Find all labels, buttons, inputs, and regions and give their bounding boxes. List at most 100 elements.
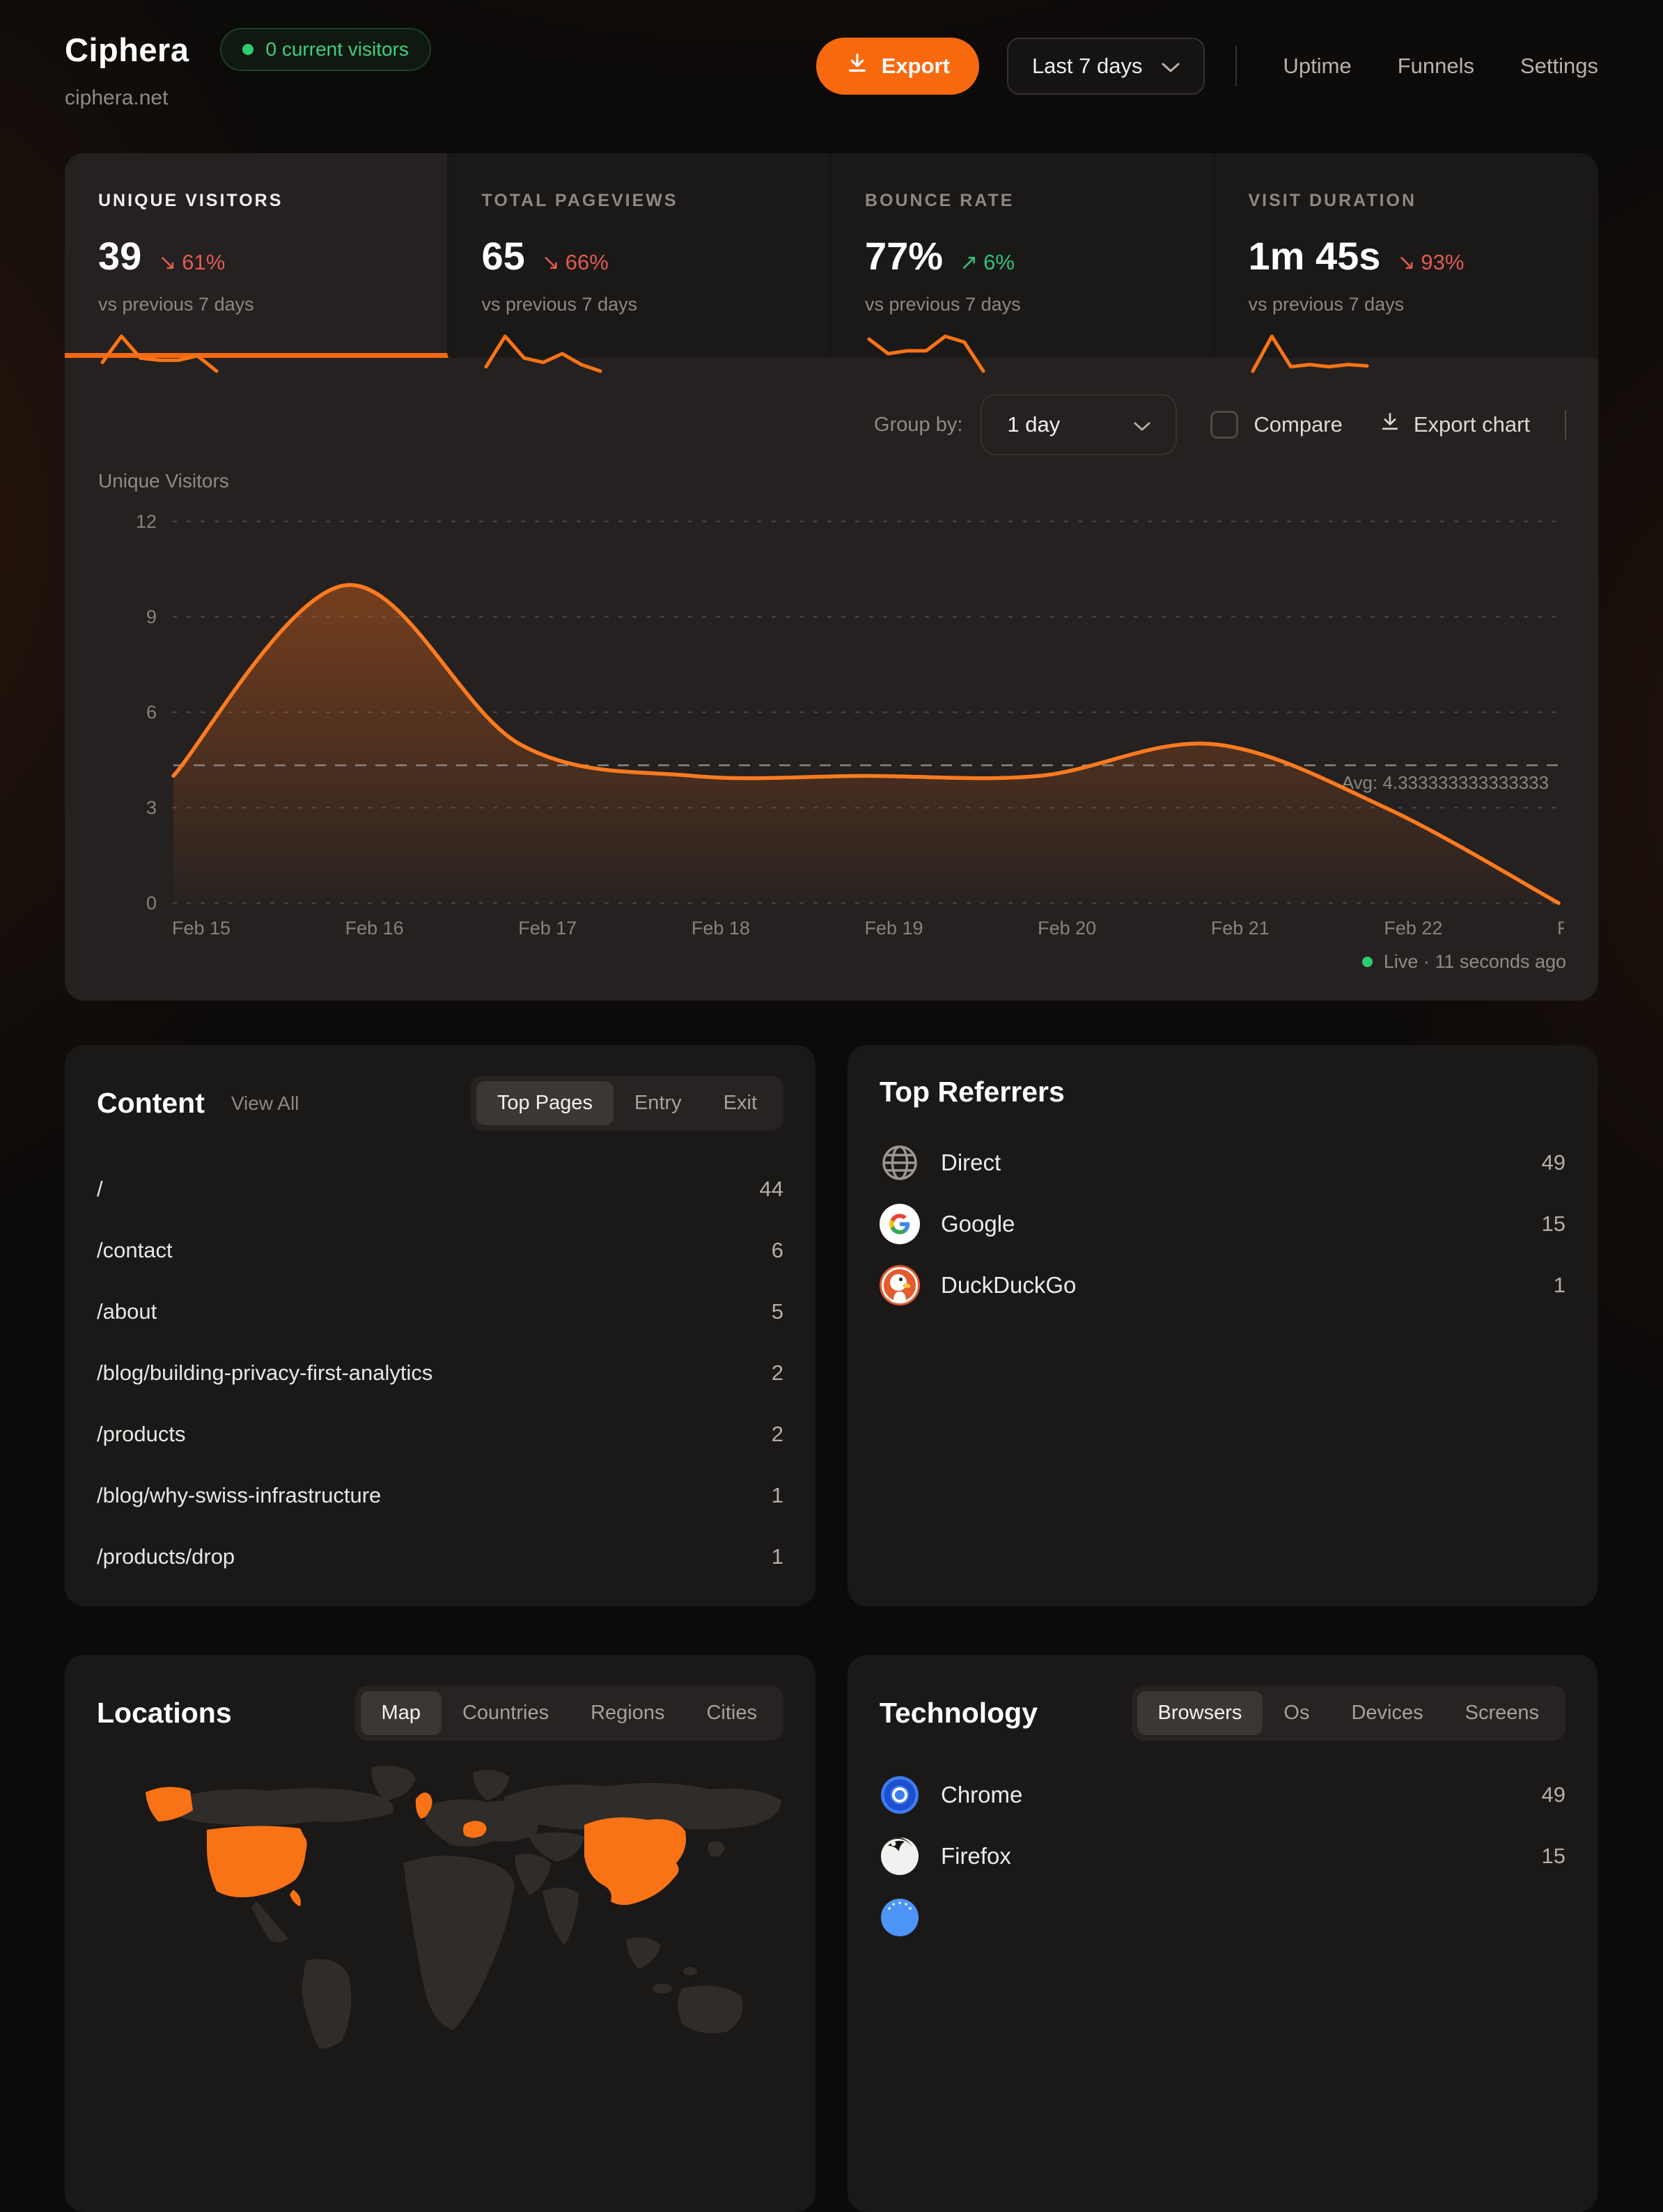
list-item[interactable]: Firefox 15 [880,1826,1566,1887]
sparkline [482,332,604,375]
download-icon [845,52,869,81]
list-item[interactable]: /blog/building-privacy-first-analytics2 [97,1342,783,1404]
tab-map[interactable]: Map [361,1691,442,1735]
group-by-value: 1 day [1007,412,1060,437]
chevron-down-icon [1134,412,1150,437]
total-pageviews-value: 65 [482,233,525,279]
main-chart[interactable]: Unique Visitors036912Feb 15Feb 16Feb 17F… [97,462,1564,950]
content-tabs: Top Pages Entry Exit [471,1076,783,1131]
tab-os[interactable]: Os [1263,1691,1330,1735]
tab-browsers[interactable]: Browsers [1137,1691,1263,1735]
compare-checkbox[interactable] [1210,411,1238,439]
nav-settings[interactable]: Settings [1520,54,1598,79]
live-label: Live · 11 seconds ago [1384,951,1566,973]
download-icon [1379,411,1401,439]
export-label: Export [882,54,950,79]
top-referrers-title: Top Referrers [880,1076,1065,1108]
svg-text:Feb 19: Feb 19 [864,918,923,939]
svg-text:Feb 20: Feb 20 [1038,918,1096,939]
sparkline [1249,332,1371,375]
sparkline [98,332,221,375]
cards-row-2: Locations Map Countries Regions Cities [65,1655,1598,2212]
live-visitors-dot-icon [242,44,253,55]
controls-divider [1565,410,1566,439]
site-domain: ciphera.net [65,86,431,110]
content-card: Content View All Top Pages Entry Exit /4… [65,1045,815,1606]
top-referrers-card: Top Referrers Direct 49 [848,1045,1598,1606]
list-item[interactable]: /blog/why-swiss-infrastructure1 [97,1465,783,1526]
google-icon [880,1204,920,1244]
tab-top-pages[interactable]: Top Pages [476,1081,614,1125]
bounce-rate-delta: ↗6% [960,250,1015,275]
svg-text:Feb 21: Feb 21 [1211,918,1270,939]
svg-text:6: 6 [146,702,157,723]
svg-text:Avg: 4.333333333333333: Avg: 4.333333333333333 [1342,772,1549,793]
site-identity: Ciphera 0 current visitors ciphera.net [65,28,431,110]
app-title: Ciphera [65,31,189,69]
tab-entry[interactable]: Entry [614,1081,703,1125]
list-item[interactable]: Chrome 49 [880,1764,1566,1826]
tab-devices[interactable]: Devices [1330,1691,1444,1735]
stat-tab-bounce-rate[interactable]: BOUNCE RATE 77% ↗6% vs previous 7 days [832,153,1215,358]
export-button[interactable]: Export [816,38,979,95]
sparkline [865,332,987,375]
list-item[interactable]: Direct 49 [880,1132,1566,1193]
stat-tabs: UNIQUE VISITORS 39 ↘61% vs previous 7 da… [65,153,1598,358]
nav-funnels[interactable]: Funnels [1398,54,1474,79]
nav-uptime[interactable]: Uptime [1283,54,1351,79]
stat-tab-visit-duration[interactable]: VISIT DURATION 1m 45s ↘93% vs previous 7… [1215,153,1599,358]
arrow-up-right-icon: ↗ [960,250,978,275]
globe-icon [880,1143,920,1183]
tab-screens[interactable]: Screens [1444,1691,1560,1735]
arrow-down-right-icon: ↘ [542,250,560,275]
header-actions: Export Last 7 days Uptime Funnels Settin… [816,38,1598,95]
technology-title: Technology [880,1697,1038,1729]
referrers-list: Direct 49 [880,1132,1566,1316]
svg-text:0: 0 [146,893,157,913]
export-chart-button[interactable]: Export chart [1379,411,1530,439]
compare-label: Compare [1254,412,1343,437]
list-item[interactable]: /contact6 [97,1220,783,1281]
technology-card: Technology Browsers Os Devices Screens [848,1655,1598,2212]
stat-tab-total-pageviews[interactable]: TOTAL PAGEVIEWS 65 ↘66% vs previous 7 da… [448,153,832,358]
list-item[interactable]: /about5 [97,1281,783,1342]
duckduckgo-icon [880,1265,920,1305]
date-range-dropdown[interactable]: Last 7 days [1007,38,1205,95]
svg-text:9: 9 [146,606,157,627]
content-view-all-link[interactable]: View All [231,1092,299,1115]
list-item[interactable]: /44 [97,1159,783,1220]
visit-duration-delta: ↘93% [1397,250,1464,275]
tab-countries[interactable]: Countries [442,1691,570,1735]
tab-cities[interactable]: Cities [685,1691,778,1735]
export-chart-label: Export chart [1414,412,1530,437]
list-item[interactable]: Google 15 [880,1193,1566,1255]
live-status: Live · 11 seconds ago [65,950,1598,1001]
group-by-dropdown[interactable]: 1 day [981,394,1177,455]
date-range-value: Last 7 days [1032,54,1143,79]
browsers-list: Chrome 49 Firefox 15 [880,1764,1566,1948]
list-item[interactable]: /products2 [97,1404,783,1465]
world-map[interactable] [97,1759,783,2055]
header: Ciphera 0 current visitors ciphera.net E… [65,28,1598,110]
current-visitors-badge[interactable]: 0 current visitors [220,28,431,71]
stat-tab-unique-visitors[interactable]: UNIQUE VISITORS 39 ↘61% vs previous 7 da… [65,153,448,358]
locations-tabs: Map Countries Regions Cities [355,1686,783,1741]
svg-text:Feb 15: Feb 15 [172,918,231,939]
svg-text:Feb 22: Feb 22 [1384,918,1442,939]
tab-regions[interactable]: Regions [570,1691,685,1735]
arrow-down-right-icon: ↘ [158,250,176,275]
total-pageviews-delta: ↘66% [542,250,609,275]
cards-row-1: Content View All Top Pages Entry Exit /4… [65,1045,1598,1606]
tab-exit[interactable]: Exit [703,1081,778,1125]
locations-card: Locations Map Countries Regions Cities [65,1655,815,2212]
svg-text:Feb 17: Feb 17 [518,918,577,939]
header-divider [1235,46,1237,86]
bounce-rate-value: 77% [865,233,943,279]
list-item[interactable]: DuckDuckGo 1 [880,1255,1566,1316]
technology-tabs: Browsers Os Devices Screens [1132,1686,1566,1741]
locations-title: Locations [97,1697,232,1729]
top-pages-list: /44 /contact6 /about5 /blog/building-pri… [97,1159,783,1587]
partial-browser-icon [880,1897,920,1938]
list-item[interactable] [880,1887,1566,1948]
list-item[interactable]: /products/drop1 [97,1526,783,1587]
